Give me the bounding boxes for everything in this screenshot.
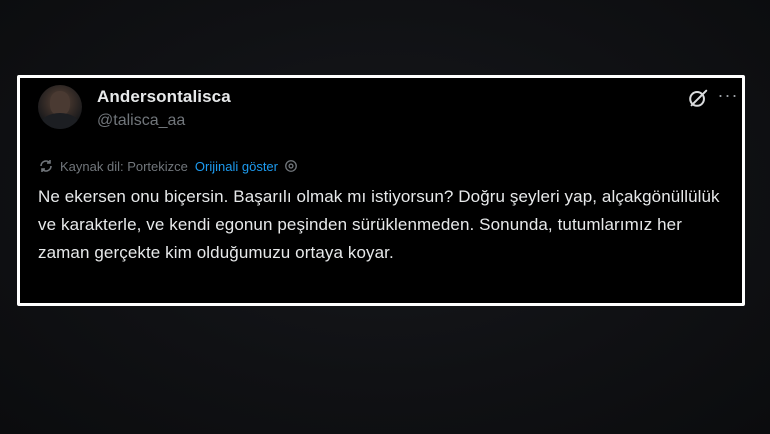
translation-source-label: Kaynak dil: Portekizce [60, 158, 188, 174]
display-name[interactable]: Andersontalisca [97, 87, 231, 107]
show-original-link[interactable]: Orijinali göster [195, 159, 278, 174]
translation-notice: Kaynak dil: Portekizce Orijinali göster [38, 157, 298, 175]
more-options-icon[interactable]: ··· [717, 86, 739, 109]
avatar[interactable] [38, 85, 82, 129]
avatar-head [50, 91, 70, 115]
screenshot-backdrop: Andersontalisca @talisca_aa ··· Kaynak d… [0, 0, 770, 434]
user-handle[interactable]: @talisca_aa [97, 112, 185, 130]
translate-icon [40, 160, 52, 172]
avatar-shoulders [41, 113, 79, 129]
settings-gear-icon[interactable] [284, 159, 298, 173]
tweet-text: Ne ekersen onu biçersin. Başarılı olmak … [38, 187, 720, 262]
tweet-card[interactable]: Andersontalisca @talisca_aa ··· Kaynak d… [17, 75, 745, 306]
grok-icon[interactable] [687, 87, 709, 109]
